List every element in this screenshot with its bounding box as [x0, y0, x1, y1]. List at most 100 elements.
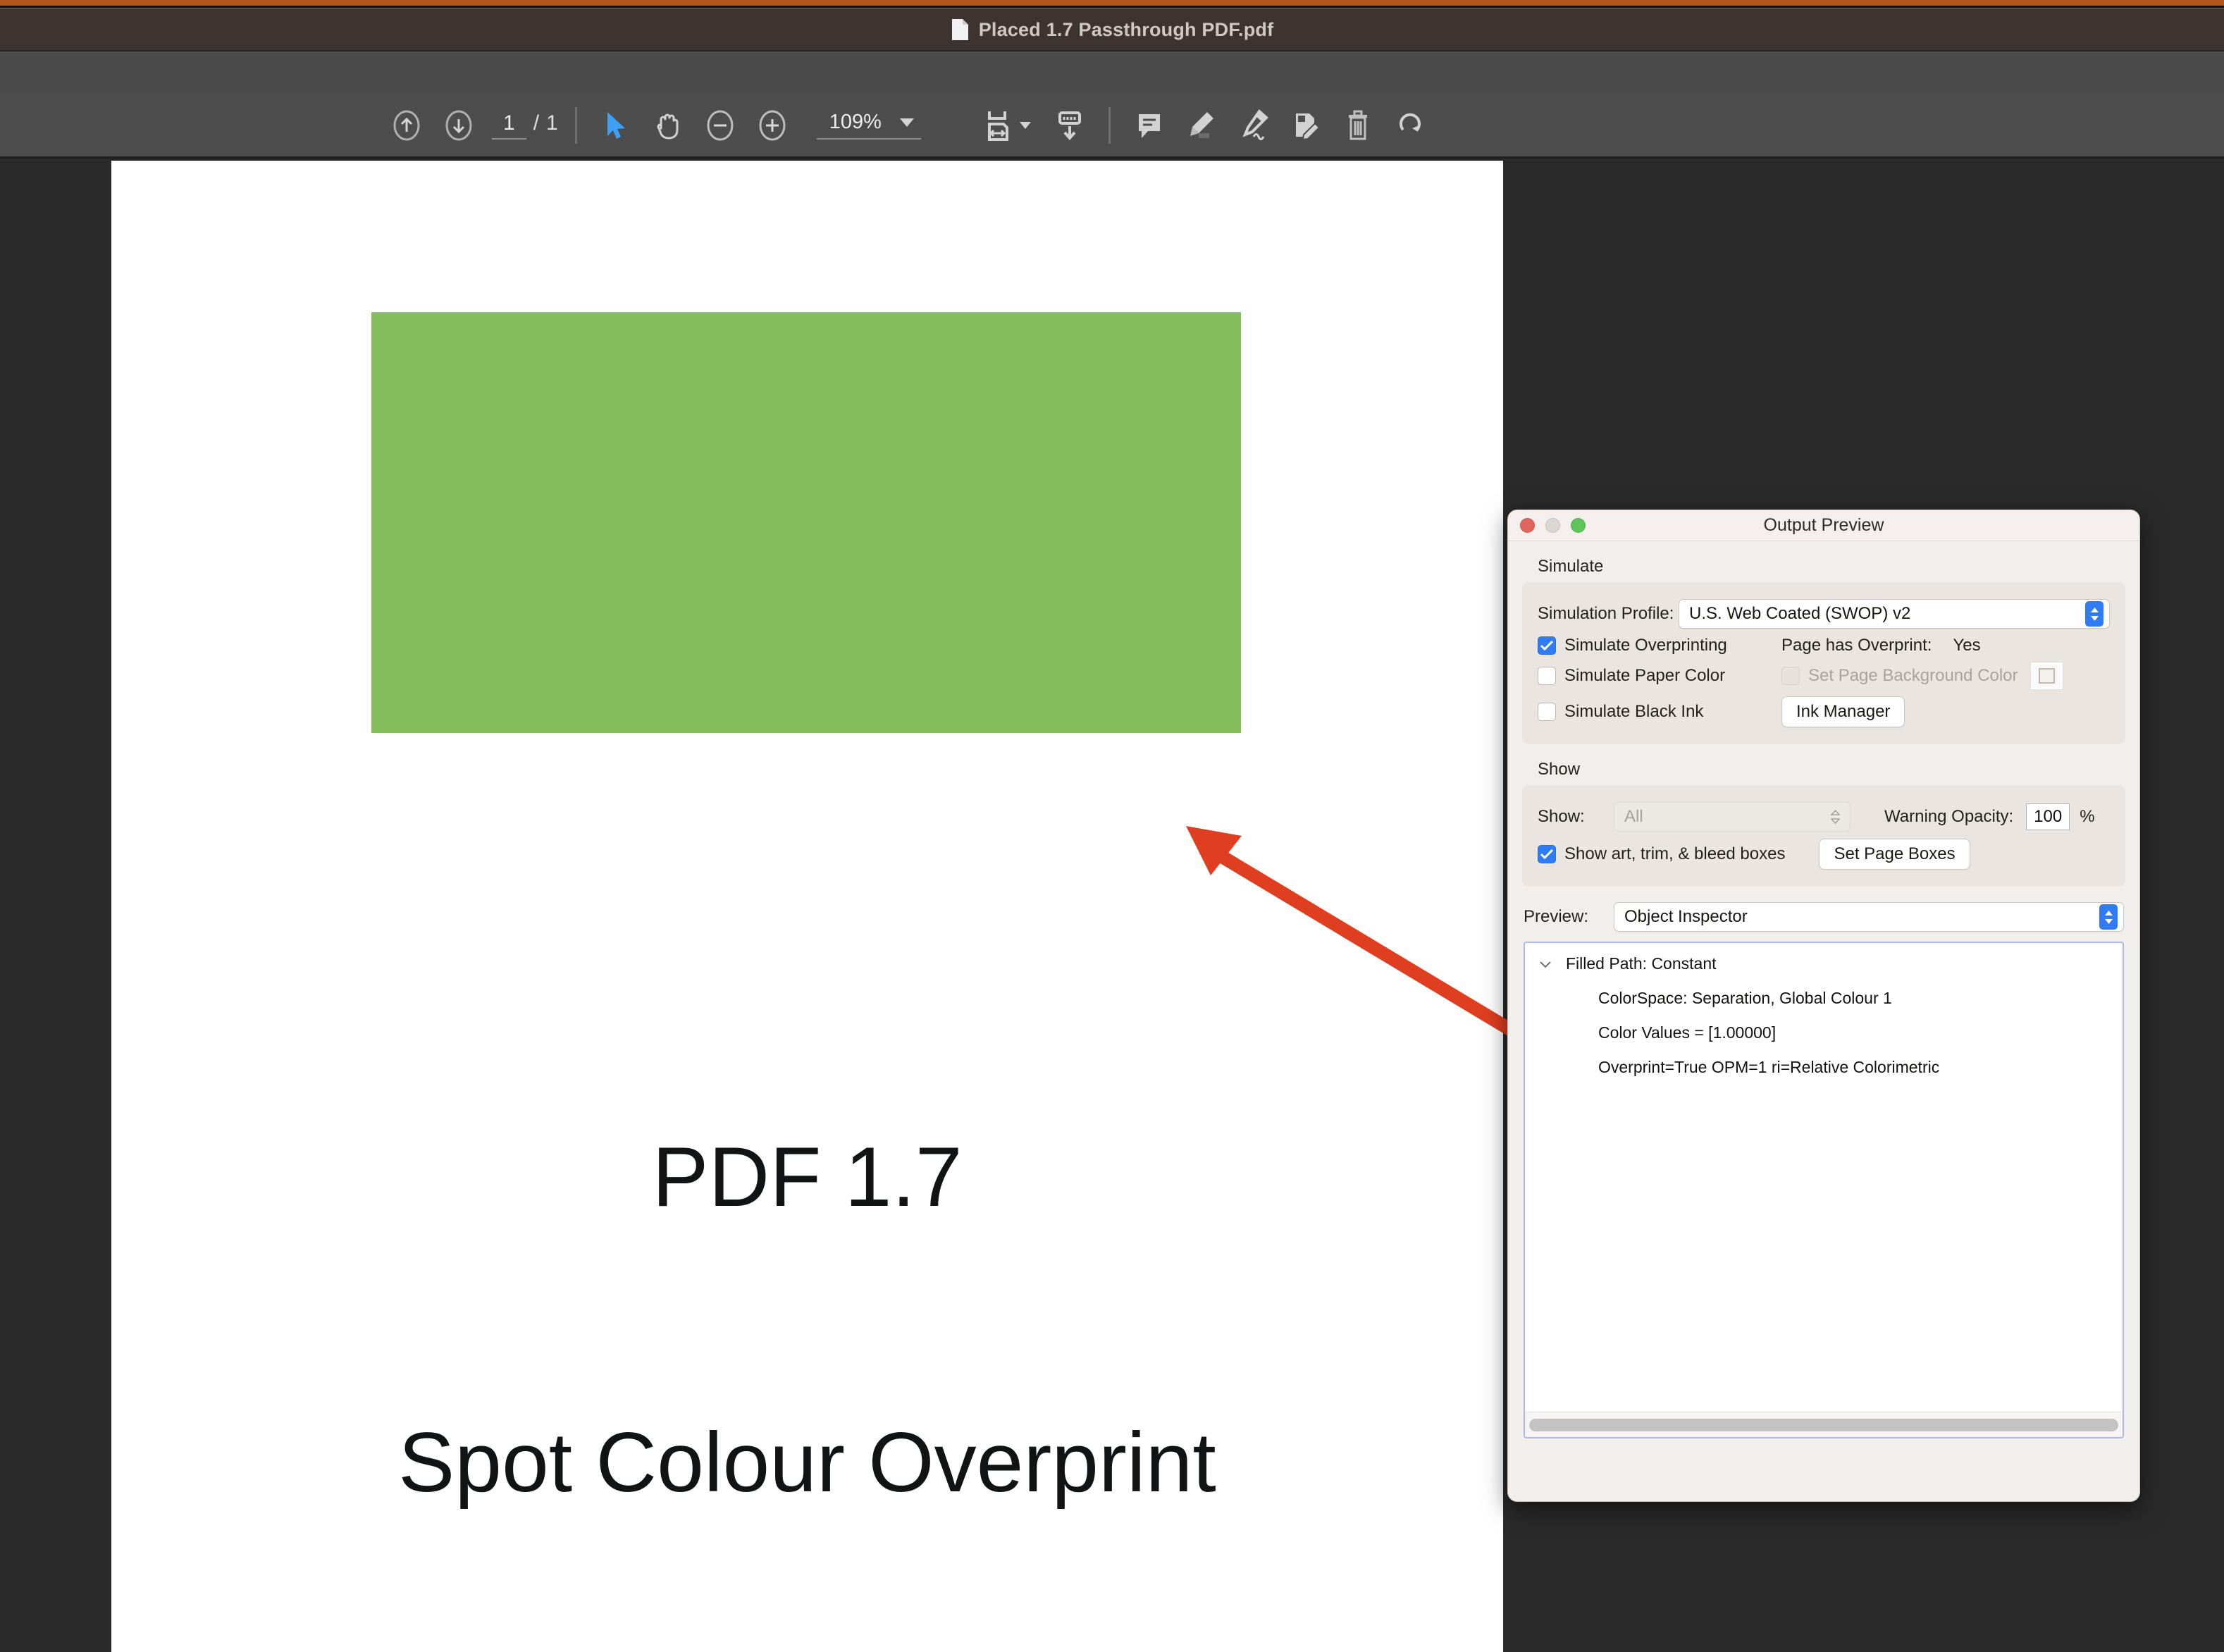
edit-document-icon	[1295, 113, 1321, 140]
inspector-horizontal-scrollbar[interactable]	[1525, 1412, 2123, 1437]
fit-tools-group	[972, 99, 1096, 152]
preview-select[interactable]: Object Inspector	[1614, 902, 2124, 932]
document-subheading: Spot Colour Overprint	[398, 1415, 1216, 1510]
signature-pen-icon	[1242, 109, 1268, 140]
annotation-tools-group	[1123, 99, 1436, 152]
warning-opacity-unit: %	[2080, 807, 2095, 826]
show-row: Show: All Warning Opacity: 100 %	[1538, 802, 2110, 832]
inspector-root-row[interactable]: Filled Path: Constant	[1535, 954, 2123, 973]
chevron-down-icon	[899, 118, 914, 127]
inspector-line: Color Values = [1.00000]	[1598, 1023, 1777, 1042]
rotate-icon	[1399, 113, 1421, 132]
set-page-boxes-button[interactable]: Set Page Boxes	[1819, 839, 1970, 870]
show-boxes-label: Show art, trim, & bleed boxes	[1564, 844, 1786, 863]
page-total: 1	[546, 111, 558, 135]
scrollbar-thumb[interactable]	[1529, 1418, 2118, 1431]
object-inspector-panel[interactable]: Filled Path: Constant ColorSpace: Separa…	[1524, 942, 2124, 1438]
simulation-profile-value: U.S. Web Coated (SWOP) v2	[1689, 604, 1911, 623]
fit-width-button[interactable]	[972, 99, 1024, 152]
zoom-out-button[interactable]	[694, 99, 746, 152]
preview-label: Preview:	[1524, 907, 1589, 926]
inspector-line: ColorSpace: Separation, Global Colour 1	[1598, 989, 1892, 1007]
checkmark-icon	[1540, 849, 1553, 859]
output-preview-body: Simulate Simulation Profile: U.S. Web Co…	[1508, 541, 2139, 1438]
hand-icon	[657, 113, 679, 139]
checkmark-icon	[1540, 641, 1553, 651]
page-nav-group: 1 / 1	[381, 99, 562, 152]
simulation-profile-label: Simulation Profile:	[1538, 604, 1674, 623]
document-heading: PDF 1.7	[652, 1130, 963, 1224]
toolbar-divider-2	[1108, 106, 1111, 144]
show-value: All	[1624, 807, 1643, 826]
toolbar-divider-1	[574, 106, 577, 144]
page-separator: /	[533, 111, 540, 135]
fit-width-icon	[987, 111, 1008, 141]
comment-icon	[1138, 113, 1160, 138]
comment-button[interactable]	[1123, 99, 1175, 152]
simulate-black-ink-label: Simulate Black Ink	[1564, 702, 1704, 721]
minus-circle-icon	[707, 110, 734, 140]
simulate-overprinting-label: Simulate Overprinting	[1564, 636, 1727, 655]
page-background-color-swatch	[2030, 662, 2063, 690]
inspector-root-label: Filled Path: Constant	[1566, 954, 1717, 973]
stepper-icon[interactable]	[2085, 601, 2103, 627]
set-page-background-color-label: Set Page Background Color	[1808, 666, 2018, 685]
document-icon	[951, 18, 969, 41]
simulate-overprinting-row: Simulate Overprinting Page has Overprint…	[1538, 636, 2110, 655]
accent-strip	[0, 0, 2224, 6]
arrow-down-circle-icon	[445, 110, 472, 140]
show-boxes-row: Show art, trim, & bleed boxes Set Page B…	[1538, 839, 2110, 870]
highlighter-icon	[1190, 111, 1213, 138]
view-tools-group: 109%	[590, 99, 929, 152]
pdf-page[interactable]: PDF 1.7 Spot Colour Overprint	[111, 161, 1503, 1652]
page-indicator: 1 / 1	[492, 111, 558, 140]
simulate-paper-color-row: Simulate Paper Color Set Page Background…	[1538, 662, 2110, 690]
hand-tool-button[interactable]	[642, 99, 694, 152]
window-title: Placed 1.7 Passthrough PDF.pdf	[978, 18, 1274, 40]
simulate-paper-color-label: Simulate Paper Color	[1564, 666, 1726, 685]
warning-opacity-input[interactable]: 100	[2026, 803, 2070, 830]
show-group: Show: All Warning Opacity: 100 % Show ar…	[1522, 785, 2125, 887]
show-section-label: Show	[1538, 760, 1581, 779]
sign-button[interactable]	[1228, 99, 1280, 152]
zoom-level-control[interactable]: 109%	[816, 111, 921, 140]
cursor-arrow-icon	[607, 111, 625, 139]
show-label: Show:	[1538, 807, 1585, 826]
set-page-background-color-checkbox	[1781, 667, 1800, 685]
simulate-black-ink-checkbox[interactable]	[1538, 703, 1556, 721]
simulate-overprinting-checkbox[interactable]	[1538, 636, 1556, 655]
swatch-inner	[2038, 668, 2055, 684]
highlight-button[interactable]	[1175, 99, 1228, 152]
zoom-in-button[interactable]	[746, 99, 798, 152]
simulate-paper-color-checkbox[interactable]	[1538, 667, 1556, 685]
next-page-button[interactable]	[433, 99, 485, 152]
simulate-group: Simulation Profile: U.S. Web Coated (SWO…	[1522, 582, 2125, 744]
show-select: All	[1614, 802, 1851, 832]
stepper-icon[interactable]	[2099, 904, 2118, 930]
plus-circle-icon	[759, 110, 786, 140]
select-tool-button[interactable]	[590, 99, 642, 152]
simulate-black-ink-row: Simulate Black Ink Ink Manager	[1538, 696, 2110, 727]
output-preview-window[interactable]: Output Preview Simulate Simulation Profi…	[1507, 510, 2140, 1502]
download-button[interactable]	[1044, 99, 1096, 152]
edit-document-button[interactable]	[1280, 99, 1332, 152]
object-inspector-content: Filled Path: Constant ColorSpace: Separa…	[1525, 943, 2123, 1412]
page-has-overprint-label: Page has Overprint:	[1781, 636, 1932, 655]
window-titlebar: Placed 1.7 Passthrough PDF.pdf	[0, 8, 2224, 50]
spot-colour-rectangle	[371, 312, 1241, 733]
fit-options-chevron-down-icon[interactable]	[1019, 121, 1031, 129]
ink-manager-button[interactable]: Ink Manager	[1781, 696, 1905, 727]
output-preview-titlebar[interactable]: Output Preview	[1508, 510, 2139, 541]
prev-page-button[interactable]	[381, 99, 433, 152]
show-boxes-checkbox[interactable]	[1538, 845, 1556, 863]
simulation-profile-select[interactable]: U.S. Web Coated (SWOP) v2	[1679, 599, 2110, 629]
delete-button[interactable]	[1332, 99, 1384, 152]
stepper-icon	[1826, 804, 1844, 830]
rotate-button[interactable]	[1384, 99, 1436, 152]
simulation-profile-row: Simulation Profile: U.S. Web Coated (SWO…	[1538, 599, 2110, 629]
toolbar-upper-strip	[0, 50, 2224, 94]
page-number-input[interactable]: 1	[492, 111, 526, 140]
arrow-up-circle-icon	[393, 110, 420, 140]
chevron-down-icon[interactable]	[1535, 960, 1556, 968]
preview-row: Preview: Object Inspector	[1524, 902, 2124, 932]
